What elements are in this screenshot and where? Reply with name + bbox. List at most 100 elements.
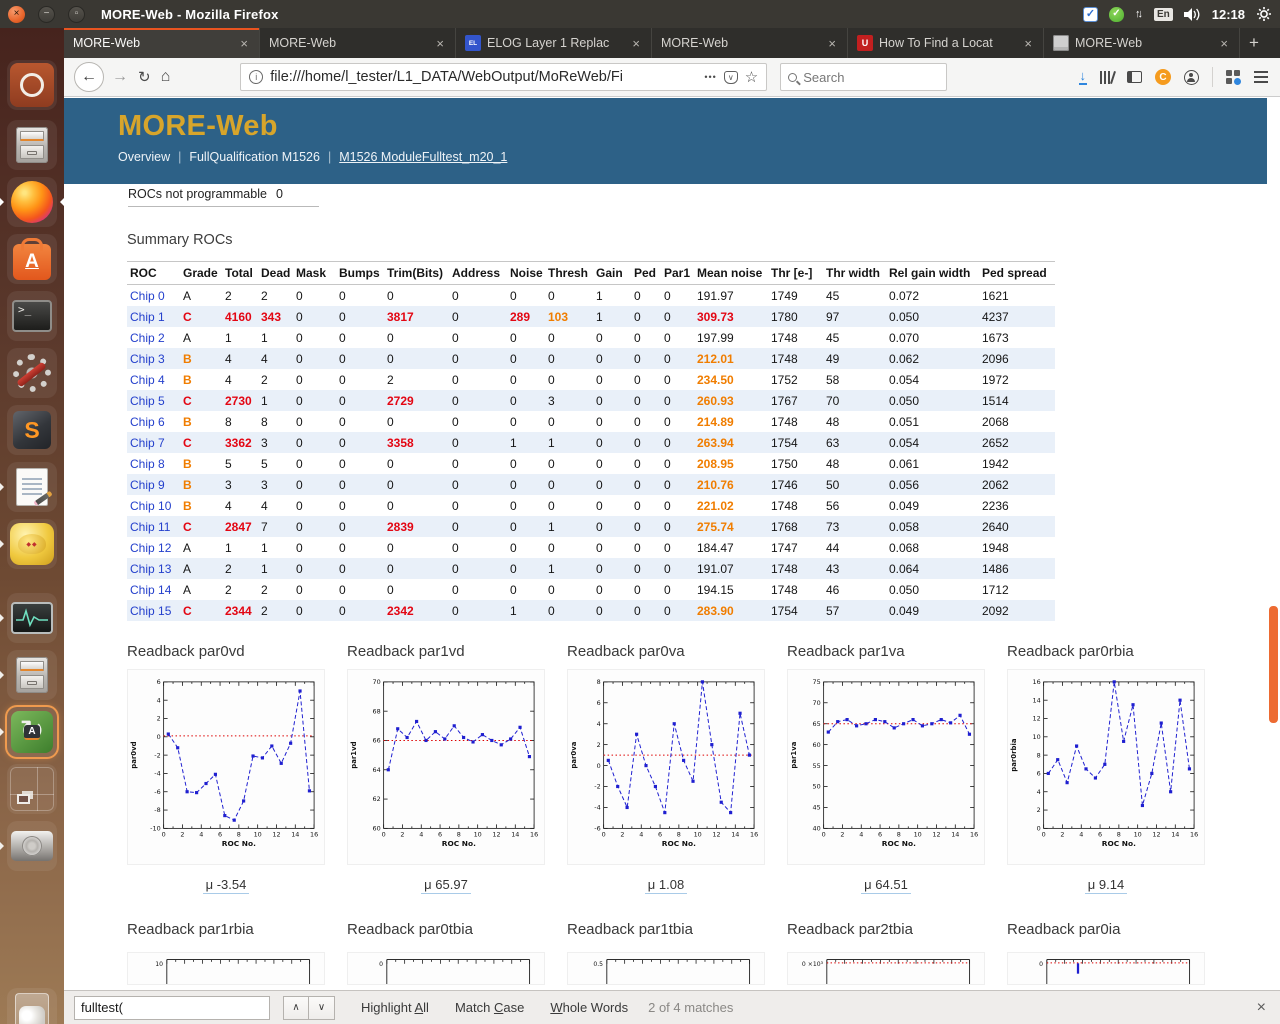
account-icon[interactable]	[1184, 69, 1199, 85]
breadcrumb-link[interactable]: Overview	[118, 150, 170, 164]
launcher-item-text-editor[interactable]	[0, 462, 57, 512]
match-case-button[interactable]: Match Case	[455, 1000, 524, 1015]
launcher-item-ubuntu-dash[interactable]	[7, 60, 57, 110]
plot-canvas[interactable]: 0.5	[567, 952, 765, 985]
chip-link[interactable]: Chip 3	[130, 352, 165, 366]
mu-link[interactable]: μ 1.08	[644, 877, 688, 894]
back-button[interactable]: ←	[74, 62, 104, 92]
pocket-icon[interactable]: ∨	[723, 70, 738, 84]
clock[interactable]: 12:18	[1212, 7, 1245, 22]
mu-link[interactable]: μ 9.14	[1084, 877, 1128, 894]
session-gear-icon[interactable]	[1256, 6, 1272, 22]
chip-link[interactable]: Chip 8	[130, 457, 165, 471]
plot-canvas[interactable]: 0	[347, 952, 545, 985]
chip-link[interactable]: Chip 6	[130, 415, 165, 429]
shield-ok-icon[interactable]: ✓	[1108, 6, 1124, 22]
reload-button[interactable]: ↻	[138, 70, 151, 85]
launcher-item-sublime-text[interactable]: S	[7, 405, 57, 455]
launcher-item-software-updater[interactable]: ↻A	[0, 707, 57, 757]
chip-link[interactable]: Chip 14	[130, 583, 171, 597]
tab[interactable]: MORE-Web ×	[64, 28, 260, 58]
plot-canvas[interactable]: -10 -8 -6 -4 -2 0 2 4 6 0 2 4 6 8 10 12 14 16 par0vd ROC No…	[127, 669, 325, 865]
launcher-item-ubuntu-software[interactable]: A	[7, 234, 57, 284]
chip-link[interactable]: Chip 7	[130, 436, 165, 450]
launcher-item-system-monitor[interactable]	[0, 593, 57, 643]
launcher-item-firefox[interactable]	[0, 177, 64, 227]
network-arrows-icon[interactable]: ↑↓	[1135, 8, 1143, 20]
chip-link[interactable]: Chip 15	[130, 604, 171, 618]
highlight-all-button[interactable]: Highlight All	[361, 1000, 429, 1015]
url-text[interactable]: file:///home/l_tester/L1_DATA/WebOutput/…	[270, 69, 623, 85]
volume-icon[interactable]	[1183, 7, 1201, 21]
library-icon[interactable]	[1100, 70, 1116, 84]
launcher-item-tea-timer[interactable]: ◆◆	[0, 519, 57, 569]
plot-canvas[interactable]: 0	[1007, 952, 1205, 985]
window-close-button[interactable]: ×	[8, 5, 25, 23]
tab[interactable]: MORE-Web ×	[1044, 28, 1240, 58]
plot-canvas[interactable]: -6 -4 -2 0 2 4 6 8 0 2 4 6 8 10 12 14 16 par0va ROC No.	[567, 669, 765, 865]
chip-link[interactable]: Chip 10	[130, 499, 171, 513]
plot-canvas[interactable]: 40 45 50 55 60 65 70 75 0 2 4 6 8 10 12 14 16 par1va ROC N…	[787, 669, 985, 865]
menu-icon[interactable]	[1254, 71, 1268, 83]
new-tab-button[interactable]: +	[1240, 28, 1268, 58]
mu-link[interactable]: μ -3.54	[202, 877, 250, 894]
plot-canvas[interactable]: 0 ×10³	[787, 952, 985, 985]
tab-close-icon[interactable]: ×	[826, 36, 838, 51]
mu-link[interactable]: μ 65.97	[421, 877, 471, 894]
launcher-item-trash[interactable]	[7, 988, 57, 1024]
tab-close-icon[interactable]: ×	[1218, 36, 1230, 51]
sidebar-toggle-icon[interactable]	[1127, 71, 1142, 83]
find-close-icon[interactable]: ×	[1253, 999, 1270, 1017]
mu-link[interactable]: μ 64.51	[861, 877, 911, 894]
chip-link[interactable]: Chip 5	[130, 394, 165, 408]
extensions-icon[interactable]	[1226, 69, 1241, 85]
search-input[interactable]	[803, 69, 940, 85]
whole-words-button[interactable]: Whole Words	[550, 1000, 628, 1015]
tab-close-icon[interactable]: ×	[1022, 36, 1034, 51]
window-minimize-button[interactable]: −	[38, 5, 55, 23]
keyboard-layout-indicator[interactable]: En	[1153, 7, 1173, 21]
launcher-item-files[interactable]	[7, 120, 57, 170]
tab-close-icon[interactable]: ×	[434, 36, 446, 51]
launcher-item-archive[interactable]	[0, 650, 57, 700]
chip-link[interactable]: Chip 11	[130, 520, 170, 534]
tab[interactable]: U How To Find a Locat ×	[848, 28, 1044, 58]
page-actions-icon[interactable]: •••	[704, 72, 716, 82]
chip-link[interactable]: Chip 9	[130, 478, 165, 492]
scrollbar-thumb[interactable]	[1269, 606, 1278, 723]
chip-link[interactable]: Chip 13	[130, 562, 171, 576]
launcher-item-disks[interactable]	[0, 821, 57, 871]
tab[interactable]: MORE-Web ×	[260, 28, 456, 58]
url-bar[interactable]: i file:///home/l_tester/L1_DATA/WebOutpu…	[240, 63, 768, 91]
find-next-button[interactable]: ∨	[309, 995, 335, 1020]
tab[interactable]: EL ELOG Layer 1 Replac ×	[456, 28, 652, 58]
colorzilla-icon[interactable]: C	[1155, 69, 1171, 85]
find-previous-button[interactable]: ∧	[283, 995, 309, 1020]
chip-link[interactable]: Chip 2	[130, 331, 165, 345]
launcher-item-system-settings[interactable]	[7, 348, 57, 398]
home-button[interactable]: ⌂	[161, 69, 171, 85]
page-info-icon[interactable]: i	[249, 70, 264, 84]
input-check-icon[interactable]: ✓	[1082, 6, 1098, 22]
plot-canvas[interactable]: 6062646668700 2 4 6 8 10 12 14 16par1vdROC No.	[347, 669, 545, 865]
page-title[interactable]: MORE-Web	[118, 110, 1267, 143]
find-input[interactable]	[74, 995, 270, 1020]
window-maximize-button[interactable]: ▫	[68, 5, 85, 23]
plot-canvas[interactable]: 10	[127, 952, 325, 985]
tab[interactable]: MORE-Web ×	[652, 28, 848, 58]
breadcrumb-link[interactable]: M1526 ModuleFulltest_m20_1	[339, 150, 507, 164]
plot-canvas[interactable]: 0 2 4 6 8 10 12 14 16 0 2 4 6 8 10 12 14 16 par0rbia ROC No…	[1007, 669, 1205, 865]
forward-button[interactable]: →	[112, 69, 128, 85]
tab-close-icon[interactable]: ×	[238, 36, 250, 51]
launcher-item-workspace-switcher[interactable]	[7, 764, 57, 814]
chip-link[interactable]: Chip 12	[130, 541, 171, 555]
bookmark-star-icon[interactable]: ☆	[745, 68, 758, 86]
chip-link[interactable]: Chip 4	[130, 373, 165, 387]
chip-link[interactable]: Chip 1	[130, 310, 165, 324]
search-bar[interactable]	[780, 63, 948, 91]
chip-link[interactable]: Chip 0	[130, 289, 165, 303]
breadcrumb-link[interactable]: FullQualification M1526	[189, 150, 320, 164]
downloads-icon[interactable]: ↓	[1078, 68, 1087, 86]
tab-close-icon[interactable]: ×	[630, 36, 642, 51]
launcher-item-terminal[interactable]: >_	[7, 291, 57, 341]
